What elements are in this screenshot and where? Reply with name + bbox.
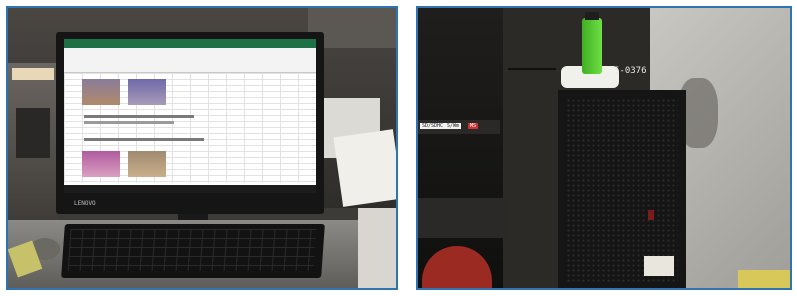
power-led [648,210,654,220]
usb-cap [585,12,599,20]
slot-label-1: SD/SDHC [420,123,446,129]
keyboard [61,224,325,278]
sheet-text-line [84,121,174,124]
yellow-object [738,270,790,288]
excel-title-bar [64,39,316,48]
sheet-photo-4 [128,151,166,177]
power-socket [644,256,674,276]
monitor-brand-label: LENOVO [74,200,96,207]
sheet-text-line [84,115,194,118]
sheet-photo-3 [82,151,120,177]
desk-box [358,208,396,288]
sheet-photo-1 [82,79,120,105]
windows-taskbar [64,185,316,193]
excel-ribbon [64,48,316,73]
monitor-screen [64,39,316,193]
slot-label-3: MS [468,123,479,129]
photo-pc-tower: SD/SDHC S/Wm MS 5-0376 [416,6,792,290]
paper-stack [12,68,54,80]
slot-label-2: S/Wm [445,123,462,129]
device-lower [418,198,508,238]
cable [508,68,556,70]
keyboard-keys [67,229,317,271]
usb-drive [582,12,602,74]
sheet-text-line [84,138,204,141]
photo-monitor-desk: LENOVO [6,6,398,290]
binder [16,108,50,158]
papers-right [333,129,396,207]
sheet-photo-2 [128,79,166,105]
tower-sticker-code: 5-0376 [614,66,647,76]
monitor: LENOVO [56,32,324,214]
